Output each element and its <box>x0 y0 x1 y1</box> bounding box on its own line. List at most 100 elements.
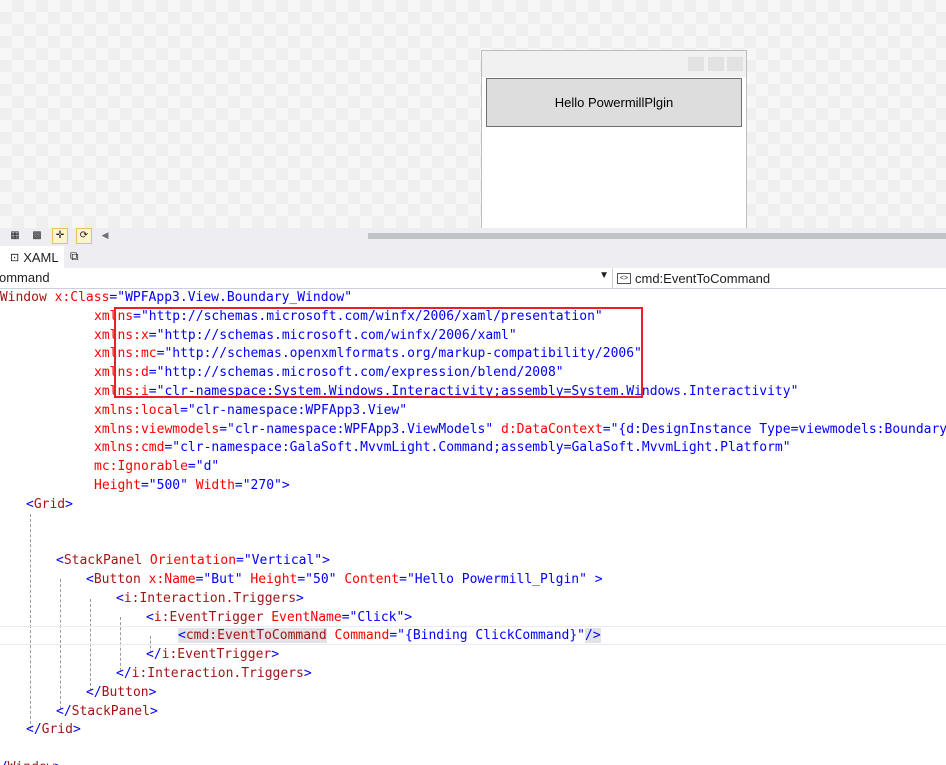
code-token: x:Class <box>46 290 110 305</box>
code-text: </StackPanel> <box>56 702 158 721</box>
snap-icon[interactable]: ✛ <box>52 228 68 244</box>
code-token: ="Vertical"> <box>236 553 330 569</box>
tab-xaml-label: XAML <box>23 249 59 265</box>
horizontal-scrollbar[interactable] <box>368 233 946 239</box>
code-token: < <box>86 572 94 587</box>
code-token: ="Click"> <box>341 609 413 625</box>
code-token: xmlns:local <box>94 402 181 418</box>
designer-toolbar: ▦ ▩ ✛ ⟳ ◀ <box>0 228 946 246</box>
code-token: ="270"> <box>234 478 290 493</box>
code-token: ="500" <box>140 478 188 493</box>
scroll-left-icon[interactable]: ◀ <box>98 229 112 243</box>
code-text: <i:EventTrigger EventName="Click"> <box>146 608 412 627</box>
code-text: <Window x:Class="WPFApp3.View.Boundary_W… <box>0 289 352 307</box>
code-token: Button <box>93 572 141 587</box>
designer-surface[interactable]: Hello PowermillPlgin <box>0 0 946 228</box>
code-token: > <box>303 666 312 681</box>
code-token: ="Hello Powermill_Plgin" <box>399 572 587 587</box>
code-token: Width <box>187 478 235 493</box>
code-token: > <box>72 722 81 738</box>
code-token: cmd:EventToCommand <box>185 628 327 644</box>
code-token: Height <box>94 478 141 493</box>
code-token: ="But" <box>195 572 243 587</box>
code-text: </Grid> <box>26 720 81 739</box>
code-token: x:Name <box>140 572 196 587</box>
indent-guide <box>30 514 31 729</box>
code-token: </ <box>0 760 8 765</box>
code-token: < <box>26 496 34 512</box>
code-token: </ <box>116 666 132 681</box>
chevron-down-icon[interactable]: ▼ <box>599 270 609 281</box>
code-line[interactable]: <cmd:EventToCommand Command="{Binding Cl… <box>0 626 946 646</box>
code-token: xmlns:viewmodels <box>94 421 220 437</box>
member-dropdown-value: cmd:EventToCommand <box>635 270 771 286</box>
code-text: <Button x:Name="But" Height="50" Content… <box>86 570 603 589</box>
preview-titlebar <box>482 51 746 77</box>
code-token: Window <box>8 760 55 765</box>
code-token: i:EventTrigger <box>153 609 264 625</box>
navigation-bar: ommand ▼ <> cmd:EventToCommand <box>0 268 946 289</box>
code-token: > <box>296 590 304 606</box>
code-token: i:Interaction.Triggers <box>131 666 304 681</box>
code-token: d:DataContext <box>493 421 603 437</box>
code-token: Button <box>101 684 149 700</box>
refresh-icon[interactable]: ⟳ <box>76 228 92 244</box>
code-token: ="{Binding ClickCommand}" <box>389 628 586 644</box>
code-token: > <box>55 760 63 765</box>
code-text: </i:Interaction.Triggers> <box>116 664 312 683</box>
code-token: > <box>149 703 158 719</box>
code-token: < <box>116 590 124 606</box>
editor-tab-strip: ⊡ XAML ⧉ <box>0 246 946 269</box>
code-text: xmlns:local="clr-namespace:WPFApp3.View" <box>94 401 407 420</box>
code-token: Window <box>0 290 47 305</box>
code-text: <i:Interaction.Triggers> <box>116 589 304 608</box>
code-token: < <box>56 553 64 569</box>
code-text: </i:EventTrigger> <box>146 645 279 664</box>
popout-icon[interactable]: ⧉ <box>70 249 79 264</box>
code-token: </ <box>146 647 162 663</box>
element-dropdown[interactable]: ommand ▼ <box>0 268 613 288</box>
code-token: > <box>586 572 603 587</box>
code-token: EventName <box>263 609 342 625</box>
pattern-icon[interactable]: ▩ <box>30 229 44 243</box>
code-token: ="d" <box>187 459 220 475</box>
code-token: </ <box>26 722 42 738</box>
maximize-icon <box>708 57 724 71</box>
code-token: ="50" <box>297 572 337 587</box>
code-text: </Button> <box>86 683 156 702</box>
close-icon <box>727 57 743 71</box>
code-text: mc:Ignorable="d" <box>94 457 219 476</box>
code-token: < <box>178 628 186 644</box>
preview-hello-button[interactable]: Hello PowermillPlgin <box>486 78 742 127</box>
code-token: StackPanel <box>63 553 143 569</box>
code-token: Grid <box>33 496 66 512</box>
code-token: xmlns:cmd <box>94 440 165 456</box>
code-text: <cmd:EventToCommand Command="{Binding Cl… <box>178 627 601 644</box>
member-dropdown[interactable]: <> cmd:EventToCommand <box>617 268 770 288</box>
code-token: ="WPFApp3.View.Boundary_Window" <box>109 290 353 305</box>
code-token: Height <box>242 572 298 587</box>
code-token: Orientation <box>142 553 237 569</box>
code-token: < <box>146 609 154 625</box>
code-token: Command <box>326 628 390 644</box>
minimize-icon <box>688 57 704 71</box>
code-text: <StackPanel Orientation="Vertical"> <box>56 551 330 570</box>
preview-window[interactable]: Hello PowermillPlgin <box>481 50 747 228</box>
code-text: <Grid> <box>26 495 73 514</box>
code-text: Height="500" Width="270"> <box>94 476 290 495</box>
grid-icon[interactable]: ▦ <box>8 229 22 243</box>
code-token: ="{d:DesignInstance Type=viewmodels:Boun… <box>602 421 946 437</box>
xaml-icon: ⊡ <box>10 251 20 264</box>
code-token: ="clr-namespace:GalaSoft.MvvmLight.Comma… <box>164 440 791 456</box>
highlight-annotation-box <box>114 307 643 398</box>
code-token: i:Interaction.Triggers <box>123 590 297 606</box>
tab-xaml[interactable]: ⊡ XAML <box>0 246 64 268</box>
code-token: /> <box>585 628 601 644</box>
element-icon: <> <box>617 272 631 284</box>
code-token: Grid <box>41 722 73 738</box>
code-token: i:EventTrigger <box>161 647 272 663</box>
code-token: ="clr-namespace:WPFApp3.ViewModels" <box>219 421 494 437</box>
code-text: </Window> <box>0 758 62 765</box>
code-token: ="clr-namespace:WPFApp3.View" <box>180 402 408 418</box>
code-text: xmlns:viewmodels="clr-namespace:WPFApp3.… <box>94 420 946 439</box>
